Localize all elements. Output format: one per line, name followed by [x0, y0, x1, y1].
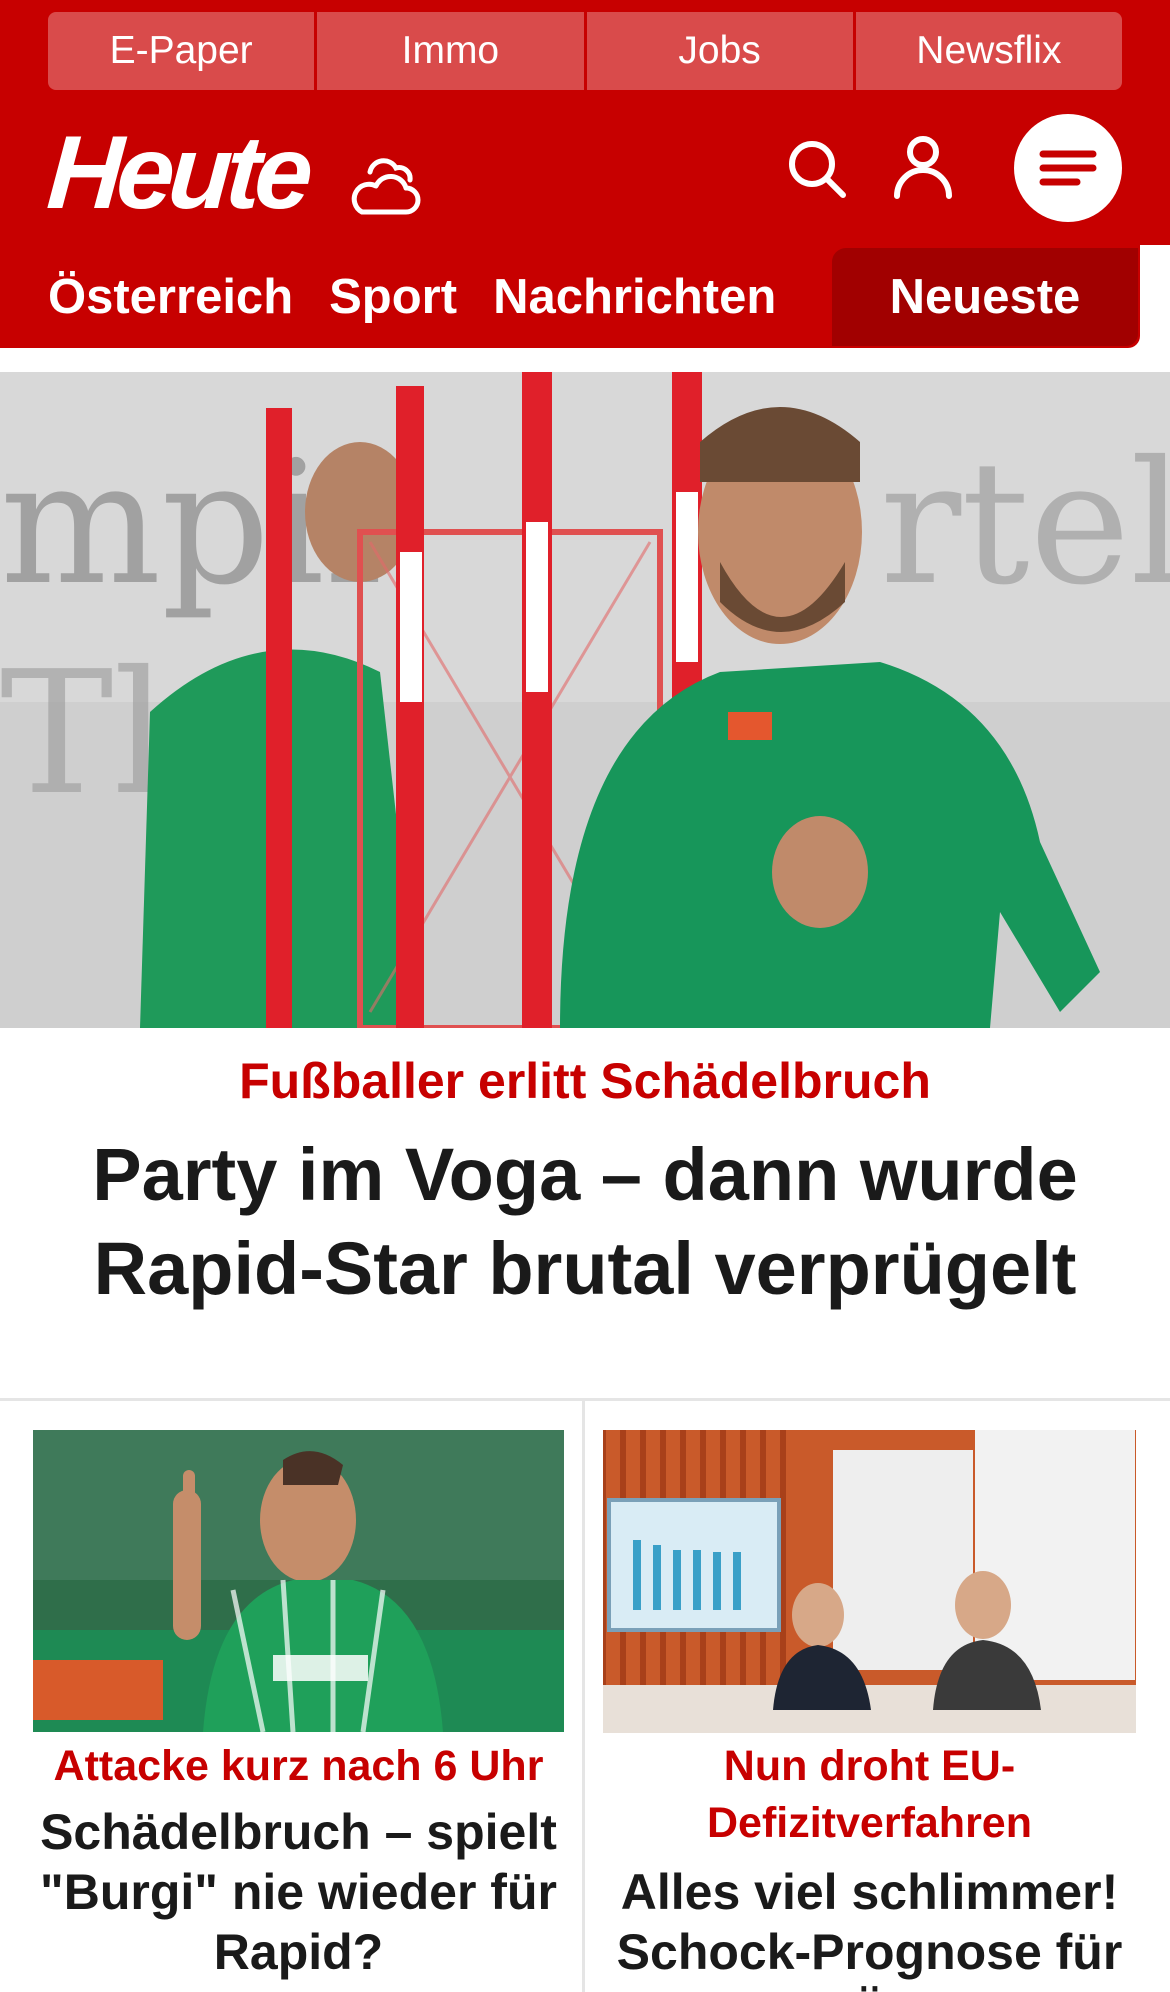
search-icon[interactable] [786, 138, 848, 200]
top-link-jobs[interactable]: Jobs [586, 12, 853, 90]
site-logo[interactable]: Heute [44, 115, 311, 231]
card-title-right[interactable]: Alles viel schlimmer! Schock-Prognose fü… [603, 1862, 1136, 1992]
hero-title[interactable]: Party im Voga – dann wurde Rapid-Star br… [40, 1128, 1130, 1316]
menu-button[interactable] [1014, 114, 1122, 222]
hero-kicker[interactable]: Fußballer erlitt Schädelbruch [0, 1052, 1170, 1110]
top-links-bar: E-Paper Immo Jobs Newsflix [48, 12, 1122, 90]
svg-text:Tl: Tl [0, 635, 168, 833]
card-kicker-left[interactable]: Attacke kurz nach 6 Uhr [33, 1738, 564, 1795]
card-photo-placeholder [603, 1430, 1136, 1733]
main-nav: Österreich Sport Nachrichten [48, 262, 812, 332]
top-link-newsflix[interactable]: Newsflix [855, 12, 1122, 90]
menu-icon [1039, 150, 1097, 186]
card-title-left[interactable]: Schädelbruch – spielt "Burgi" nie wieder… [33, 1802, 564, 1982]
nav-item-nachrichten[interactable]: Nachrichten [493, 269, 776, 325]
weather-cloud-icon[interactable] [344, 150, 424, 220]
nav-item-oesterreich[interactable]: Österreich [48, 269, 293, 325]
svg-text:rtel: rtel [880, 425, 1170, 623]
top-link-epaper[interactable]: E-Paper [48, 12, 315, 90]
section-divider [0, 1398, 1170, 1401]
hero-photo-placeholder: mpir rtel Tl [0, 372, 1170, 1028]
card-image-right[interactable] [603, 1430, 1136, 1733]
card-photo-placeholder [33, 1430, 564, 1732]
column-divider [582, 1401, 585, 1992]
hero-article-image[interactable]: mpir rtel Tl [0, 372, 1170, 1028]
top-link-immo[interactable]: Immo [317, 12, 584, 90]
user-icon[interactable] [892, 134, 954, 200]
nav-item-sport[interactable]: Sport [329, 269, 457, 325]
nav-item-neueste[interactable]: Neueste [832, 248, 1138, 346]
site-header: E-Paper Immo Jobs Newsflix Heute Österre… [0, 0, 1170, 348]
card-kicker-right[interactable]: Nun droht EU-Defizitverfahren [603, 1738, 1136, 1852]
card-image-left[interactable] [33, 1430, 564, 1732]
